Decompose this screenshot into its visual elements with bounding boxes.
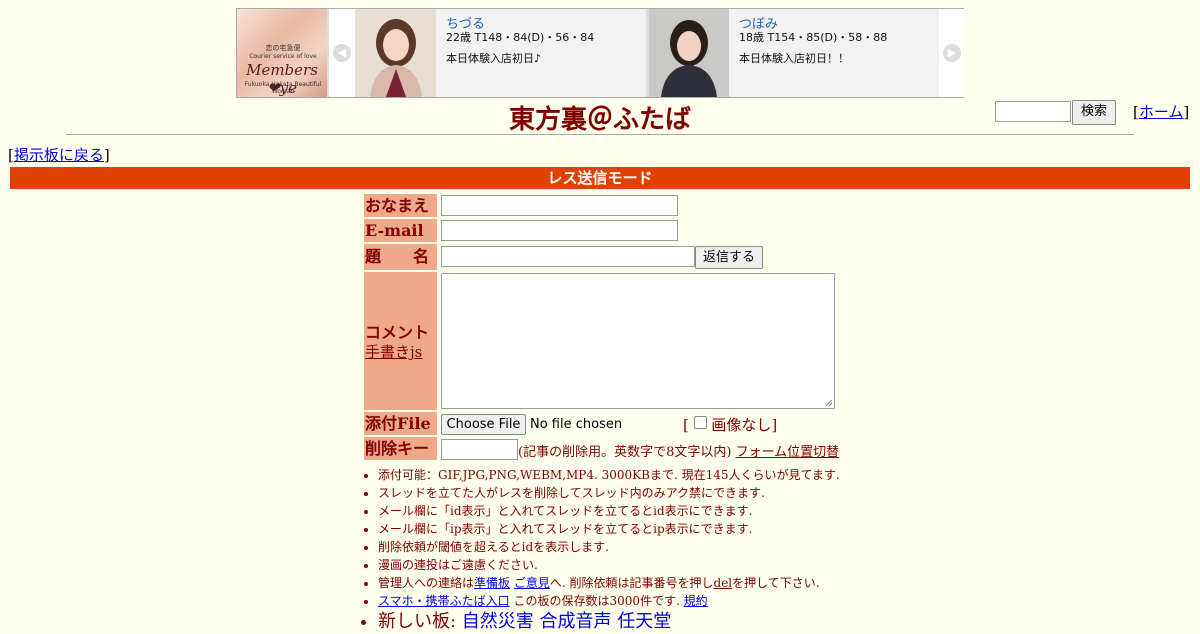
list-item: 削除依頼が閾値を超えるとidを表示します. [378,538,840,556]
ad-prev-button[interactable]: ◀ [329,9,355,97]
terms-link[interactable]: 規約 [684,594,708,608]
name-label: おなまえ [364,194,437,217]
home-link-wrapper: [ホーム] [1133,101,1189,122]
no-file-text: No file chosen [530,417,623,432]
name-input[interactable] [441,195,678,216]
no-image-wrapper: [ 画像なし] [683,414,777,435]
list-item: 漫画の連投はご遠慮ください. [378,556,840,574]
delete-key-label: 削除キー [364,437,437,460]
list-item: メール欄に「id表示」と入れてスレッドを立てるとid表示にできます. [378,502,840,520]
card-message: 本日体験入店初日！！ [739,52,849,65]
card-spec: 18歳 T154・85(D)・58・88 [739,31,888,44]
card-message: 本日体験入店初日♪ [446,52,542,65]
profile-photo [649,9,729,97]
bracket: ] [103,146,110,164]
delete-key-input[interactable] [441,439,518,460]
ad-card[interactable]: つぼみ 18歳 T154・85(D)・58・88 本日体験入店初日！！ [649,9,939,97]
board-notes: 添付可能：GIF,JPG,PNG,WEBM,MP4. 3000KBまで. 現在1… [360,466,840,634]
note-text: 管理人への連絡は [378,576,475,590]
file-label: 添付File [364,412,437,435]
divider [66,134,1134,135]
list-item: スマホ・携帯ふたば入口 この板の保存数は3000件です. 規約 [378,592,840,610]
subject-input[interactable] [441,246,695,267]
back-to-board-link[interactable]: 掲示板に戻る [14,146,104,164]
no-image-label: 画像なし] [711,416,778,434]
chevron-right-icon: ▶ [943,44,961,62]
mobile-entrance-link[interactable]: スマホ・携帯ふたば入口 [378,594,510,608]
reply-mode-bar: レス送信モード [10,167,1190,189]
del-link[interactable]: del [714,576,733,590]
resize-handle-icon[interactable] [825,399,833,407]
board-link-nintendo[interactable]: 任天堂 [617,611,671,632]
email-input[interactable] [441,220,678,241]
form-position-toggle-link[interactable]: フォーム位置切替 [736,445,840,460]
list-item: 添付可能：GIF,JPG,PNG,WEBM,MP4. 3000KBまで. 現在1… [378,466,840,484]
ad-banner[interactable]: 恋の宅急便 Courier service of love Members ❤y… [236,8,965,98]
ad-logo-line2: Courier service of love [249,53,317,60]
submit-reply-button[interactable]: 返信する [695,246,763,269]
ad-logo-line4: Fukuoka Hakata Beautiful Woman [244,81,322,95]
note-text: 新しい板: [378,611,462,632]
bracket: [ [683,416,689,434]
search-button[interactable]: 検索 [1072,100,1116,125]
comment-label-cell: コメント 手書きjs [364,272,437,410]
list-item: メール欄に「ip表示」と入れてスレッドを立てるとip表示にできます. [378,520,840,538]
card-spec: 22歳 T148・84(D)・56・84 [446,31,595,44]
home-link[interactable]: ホーム [1139,103,1184,121]
search-input[interactable] [995,101,1071,122]
ad-logo-line1: 恋の宅急便 [265,44,301,52]
ad-card[interactable]: ちづる 22歳 T148・84(D)・56・84 本日体験入店初日♪ [356,9,646,97]
prep-board-link[interactable]: 準備板 [474,576,510,590]
bracket: ] [1183,103,1190,121]
email-label: E-mail [364,219,437,242]
note-text: この板の保存数は3000件です. [509,594,680,608]
note-text: へ. 削除依頼は記事番号を押し [549,576,714,590]
subject-label: 題 名 [364,244,437,270]
ad-logo[interactable]: 恋の宅急便 Courier service of love Members ❤y… [237,9,327,97]
handwriting-link[interactable]: 手書きjs [365,341,422,362]
feedback-link[interactable]: ご意見 [514,576,550,590]
board-link-disaster[interactable]: 自然災害 [462,611,534,632]
comment-textarea[interactable] [441,273,835,409]
choose-file-button[interactable]: Choose File [441,414,526,435]
list-item: 新しい板: 自然災害 合成音声 任天堂 [378,610,840,634]
no-image-checkbox[interactable] [693,416,707,429]
board-link-voice-synth[interactable]: 合成音声 [540,611,612,632]
list-item: スレッドを立てた人がレスを削除してスレッド内のみアク禁にできます. [378,484,840,502]
back-link-wrapper: [掲示板に戻る] [8,144,110,165]
chevron-left-icon: ◀ [333,44,351,62]
note-text: を押して下さい. [732,576,820,590]
delete-key-note: (記事の削除用。英数字で8文字以内) [518,445,732,460]
profile-photo [356,9,436,97]
list-item: 管理人への連絡は準備板 ご意見へ. 削除依頼は記事番号を押しdelを押して下さい… [378,574,840,592]
comment-label: コメント [365,323,430,342]
delete-key-note-wrapper: (記事の削除用。英数字で8文字以内) フォーム位置切替 [518,441,839,460]
ad-next-button[interactable]: ▶ [939,9,965,97]
